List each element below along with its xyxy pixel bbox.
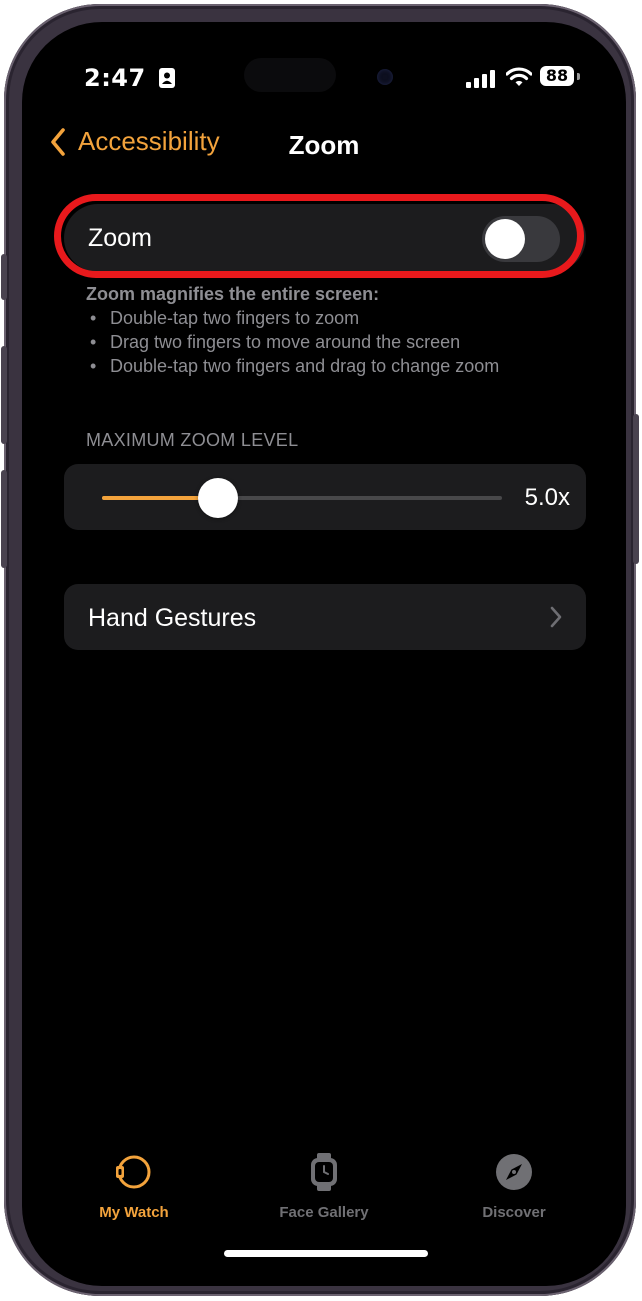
- tab-discover[interactable]: Discover: [434, 1152, 594, 1221]
- zoom-slider-track[interactable]: [102, 496, 502, 500]
- status-time: 2:47: [84, 64, 175, 92]
- status-time-text: 2:47: [84, 64, 146, 92]
- battery-indicator: 88: [540, 66, 574, 86]
- hand-gestures-label: Hand Gestures: [88, 604, 257, 632]
- page-title: Zoom: [288, 130, 360, 160]
- description-heading: Zoom magnifies the entire screen:: [86, 284, 380, 304]
- tab-label: My Watch: [99, 1204, 169, 1221]
- description-bullet: Double-tap two fingers to zoom: [86, 306, 606, 330]
- zoom-description: Zoom magnifies the entire screen: Double…: [86, 282, 606, 378]
- tab-label: Face Gallery: [279, 1204, 369, 1221]
- max-zoom-header: MAXIMUM ZOOM LEVEL: [86, 430, 299, 450]
- hand-gestures-row[interactable]: Hand Gestures: [64, 584, 586, 650]
- phone-frame: 2:47 88 Accessibility Zoom Zoom Zoom mag…: [1, 4, 639, 1296]
- contact-card-icon: [158, 68, 175, 88]
- status-bar: 2:47 88: [22, 58, 626, 104]
- volume-up-button: [1, 346, 7, 444]
- zoom-slider-thumb[interactable]: [198, 478, 238, 518]
- dynamic-island: [244, 58, 336, 92]
- tab-face-gallery[interactable]: Face Gallery: [244, 1152, 404, 1221]
- tab-my-watch[interactable]: My Watch: [54, 1152, 214, 1221]
- max-zoom-value: 5.0x: [524, 484, 570, 511]
- cellular-signal-icon: [466, 70, 495, 88]
- watch-icon: [116, 1155, 151, 1189]
- description-bullet: Double-tap two fingers and drag to chang…: [86, 354, 606, 378]
- tab-bar: My Watch Face Gallery Discover: [22, 1152, 626, 1232]
- watch-face-icon: [311, 1153, 337, 1191]
- action-button: [1, 254, 7, 300]
- volume-down-button: [1, 470, 7, 568]
- tab-label: Discover: [482, 1204, 546, 1221]
- max-zoom-row: 5.0x: [64, 464, 586, 530]
- chevron-right-icon: [550, 606, 562, 628]
- description-bullet: Drag two fingers to move around the scre…: [86, 330, 606, 354]
- screen: 2:47 88 Accessibility Zoom Zoom Zoom mag…: [22, 22, 626, 1286]
- front-camera: [377, 69, 393, 85]
- power-button: [633, 414, 639, 564]
- compass-icon: [496, 1154, 532, 1190]
- battery-tip: [577, 73, 580, 80]
- highlight-ring: [54, 194, 584, 278]
- navigation-bar: Accessibility Zoom: [22, 126, 626, 166]
- wifi-icon: [506, 67, 532, 86]
- home-indicator: [224, 1250, 428, 1257]
